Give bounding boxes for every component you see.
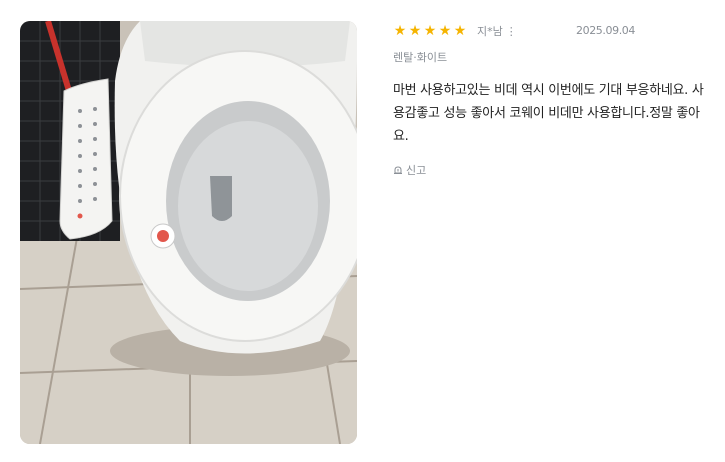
review-item: ★ ★ ★ ★ ★ 지*남 ⋮ 2025.09.04 렌탈·화이트 마번 사용하… — [0, 0, 725, 462]
report-siren-icon — [394, 166, 402, 174]
star-icon: ★ — [393, 23, 407, 39]
star-icon: ★ — [408, 23, 422, 39]
star-rating: ★ ★ ★ ★ ★ — [393, 24, 467, 38]
report-label: 신고 — [406, 164, 427, 177]
review-text: 마번 사용하고있는 비데 역시 이번에도 기대 부응하네요. 사용감좋고 성능 … — [393, 83, 704, 144]
review-photo-image — [20, 21, 357, 444]
review-date: 2025.09.04 — [576, 24, 635, 37]
report-button[interactable]: 신고 — [393, 162, 713, 178]
review-photo[interactable] — [20, 21, 357, 444]
review-meta: ★ ★ ★ ★ ★ 지*남 ⋮ 2025.09.04 렌탈·화이트 마번 사용하… — [393, 22, 713, 178]
product-option: 렌탈·화이트 — [393, 51, 448, 64]
reviewer-name: 지*남 — [477, 25, 503, 38]
star-icon: ★ — [438, 23, 452, 39]
star-icon: ★ — [423, 23, 437, 39]
more-options-icon[interactable]: ⋮ — [506, 25, 517, 38]
star-icon: ★ — [453, 23, 467, 39]
rating-row: ★ ★ ★ ★ ★ 지*남 ⋮ 2025.09.04 — [393, 22, 713, 40]
